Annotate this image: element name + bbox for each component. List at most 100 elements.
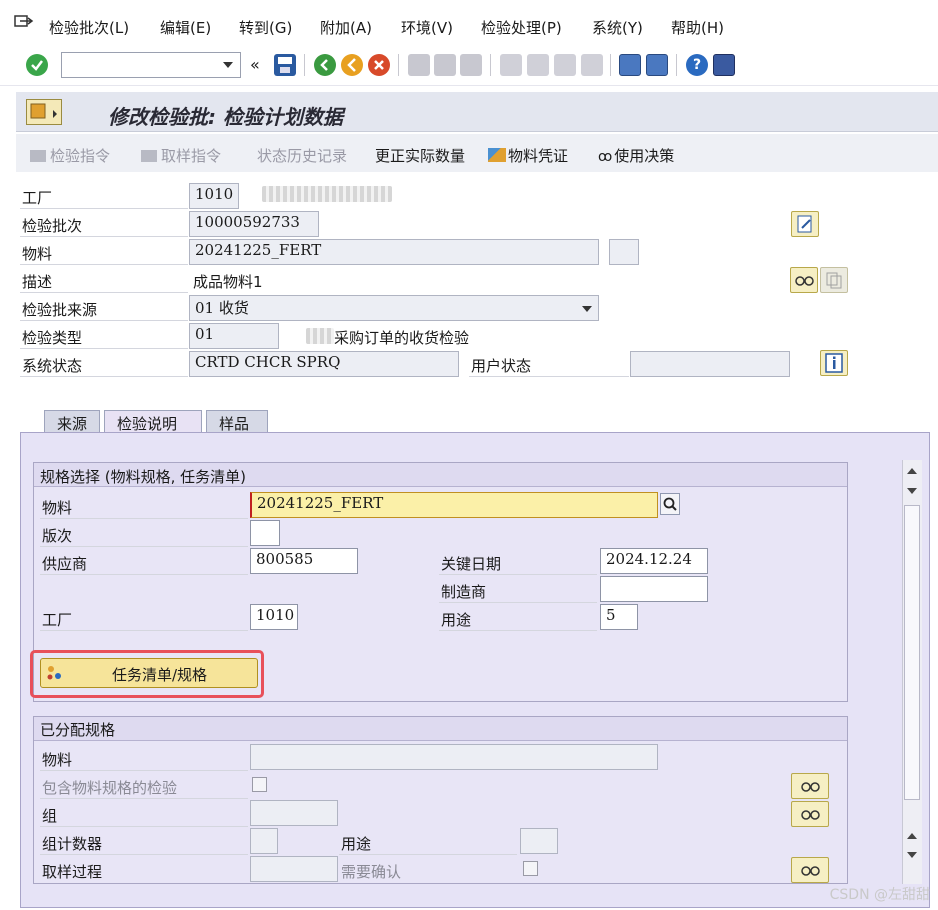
- check-icon[interactable]: [26, 54, 48, 76]
- scroll-down-icon[interactable]: [907, 852, 917, 858]
- incl-spec-checkbox[interactable]: [252, 777, 267, 792]
- material-extra-field[interactable]: [609, 239, 639, 265]
- watermark: CSDN @左甜甜: [829, 887, 930, 903]
- group-counter-field[interactable]: [250, 828, 278, 854]
- assigned-material-field[interactable]: [250, 744, 658, 770]
- scrollbar-thumb[interactable]: [904, 505, 920, 800]
- revision-field[interactable]: [250, 520, 280, 546]
- shortcut-icon[interactable]: [646, 54, 668, 76]
- find-icon[interactable]: [434, 54, 456, 76]
- label-underline: [40, 798, 248, 799]
- help-icon[interactable]: ?: [686, 54, 708, 76]
- assigned-material-label: 物料: [42, 751, 73, 769]
- label-underline: [20, 376, 188, 377]
- menu-bar: [0, 0, 938, 46]
- search-icon[interactable]: [660, 493, 680, 515]
- spec-plant-label: 工厂: [42, 611, 73, 629]
- task-list-icon: [46, 664, 64, 682]
- label-underline: [439, 602, 597, 603]
- menu-item-extras[interactable]: 附加(A): [320, 17, 372, 38]
- label-underline: [40, 630, 248, 631]
- tab-inspection-spec[interactable]: 检验说明: [104, 410, 202, 434]
- menu-item-environment[interactable]: 环境(V): [401, 17, 453, 38]
- glasses-icon[interactable]: [791, 801, 829, 827]
- assigned-usage-field[interactable]: [520, 828, 558, 854]
- save-icon[interactable]: [274, 54, 296, 76]
- edit-note-icon[interactable]: [791, 211, 819, 237]
- tab-sample[interactable]: 样品: [206, 410, 268, 434]
- sample-instruction-button[interactable]: 取样指令: [141, 145, 221, 166]
- inspection-instruction-button[interactable]: 检验指令: [30, 145, 110, 166]
- last-page-icon[interactable]: [581, 54, 603, 76]
- key-date-label: 关键日期: [441, 555, 502, 573]
- label-underline: [469, 376, 629, 377]
- spec-plant-field[interactable]: 1010: [250, 604, 298, 630]
- new-session-icon[interactable]: [619, 54, 641, 76]
- back-double-icon[interactable]: «: [250, 55, 260, 74]
- menu-list-icon[interactable]: [26, 99, 62, 125]
- label-underline: [20, 208, 188, 209]
- glasses-icon[interactable]: [791, 857, 829, 883]
- menu-item-inspection-processing[interactable]: 检验处理(P): [481, 17, 562, 38]
- menu-item-edit[interactable]: 编辑(E): [160, 17, 211, 38]
- glasses-icon[interactable]: [791, 773, 829, 799]
- vendor-field[interactable]: 800585: [250, 548, 358, 574]
- label-underline: [20, 292, 188, 293]
- plant-field[interactable]: 1010: [189, 183, 239, 209]
- info-icon[interactable]: [820, 350, 848, 376]
- material-document-button[interactable]: 物料凭证: [488, 145, 568, 166]
- group-field[interactable]: [250, 800, 338, 826]
- origin-dropdown[interactable]: 01 收货: [189, 295, 599, 321]
- usage-decision-button[interactable]: ꝏ 使用决策: [598, 145, 674, 166]
- first-page-icon[interactable]: [500, 54, 522, 76]
- label-underline: [20, 348, 188, 349]
- scroll-page-down-icon[interactable]: [907, 488, 917, 494]
- chevron-down-icon[interactable]: [582, 306, 592, 312]
- tab-origin[interactable]: 来源: [44, 410, 100, 434]
- manufacturer-field[interactable]: [600, 576, 708, 602]
- prev-page-icon[interactable]: [527, 54, 549, 76]
- usage-field[interactable]: 5: [600, 604, 638, 630]
- customize-icon[interactable]: [713, 54, 735, 76]
- find-next-icon[interactable]: [460, 54, 482, 76]
- material-label: 物料: [22, 245, 53, 263]
- inspection-lot-field[interactable]: 10000592733: [189, 211, 319, 237]
- cancel-icon[interactable]: [368, 54, 390, 76]
- menu-item-system[interactable]: 系统(Y): [592, 17, 643, 38]
- assigned-spec-group: [33, 716, 848, 884]
- scroll-up-icon[interactable]: [907, 468, 917, 474]
- menu-expand-icon[interactable]: [14, 14, 34, 30]
- label-underline: [40, 826, 248, 827]
- sampling-procedure-field[interactable]: [250, 856, 338, 882]
- confirm-required-checkbox[interactable]: [523, 861, 538, 876]
- copy-disabled-icon[interactable]: [820, 267, 848, 293]
- spec-material-field[interactable]: 20241225_FERT: [250, 492, 658, 518]
- toolbar-separator: [490, 54, 491, 76]
- green-back-icon[interactable]: [314, 54, 336, 76]
- label-underline: [20, 320, 188, 321]
- printer-icon: [30, 150, 46, 162]
- system-status-label: 系统状态: [22, 357, 83, 375]
- spec-material-label: 物料: [42, 499, 73, 517]
- correct-quantity-button[interactable]: 更正实际数量: [375, 145, 465, 166]
- print-icon[interactable]: [408, 54, 430, 76]
- user-status-field[interactable]: [630, 351, 790, 377]
- scroll-page-up-icon[interactable]: [907, 833, 917, 839]
- lot-label: 检验批次: [22, 217, 83, 235]
- menu-item-goto[interactable]: 转到(G): [239, 17, 292, 38]
- menu-item-help[interactable]: 帮助(H): [671, 17, 724, 38]
- glasses-icon[interactable]: [790, 267, 818, 293]
- status-history-button[interactable]: 状态历史记录: [257, 145, 347, 166]
- exit-icon[interactable]: [341, 54, 363, 76]
- inspection-type-field[interactable]: 01: [189, 323, 279, 349]
- material-field[interactable]: 20241225_FERT: [189, 239, 599, 265]
- menu-item-inspection-lot[interactable]: 检验批次(L): [49, 17, 129, 38]
- system-status-field[interactable]: CRTD CHCR SPRQ: [189, 351, 459, 377]
- next-page-icon[interactable]: [554, 54, 576, 76]
- dropdown-icon[interactable]: [223, 62, 233, 68]
- manufacturer-label: 制造商: [441, 583, 487, 601]
- vendor-label: 供应商: [42, 555, 88, 573]
- command-field[interactable]: [61, 52, 241, 78]
- key-date-field[interactable]: 2024.12.24: [600, 548, 708, 574]
- mountain-icon: [488, 148, 506, 162]
